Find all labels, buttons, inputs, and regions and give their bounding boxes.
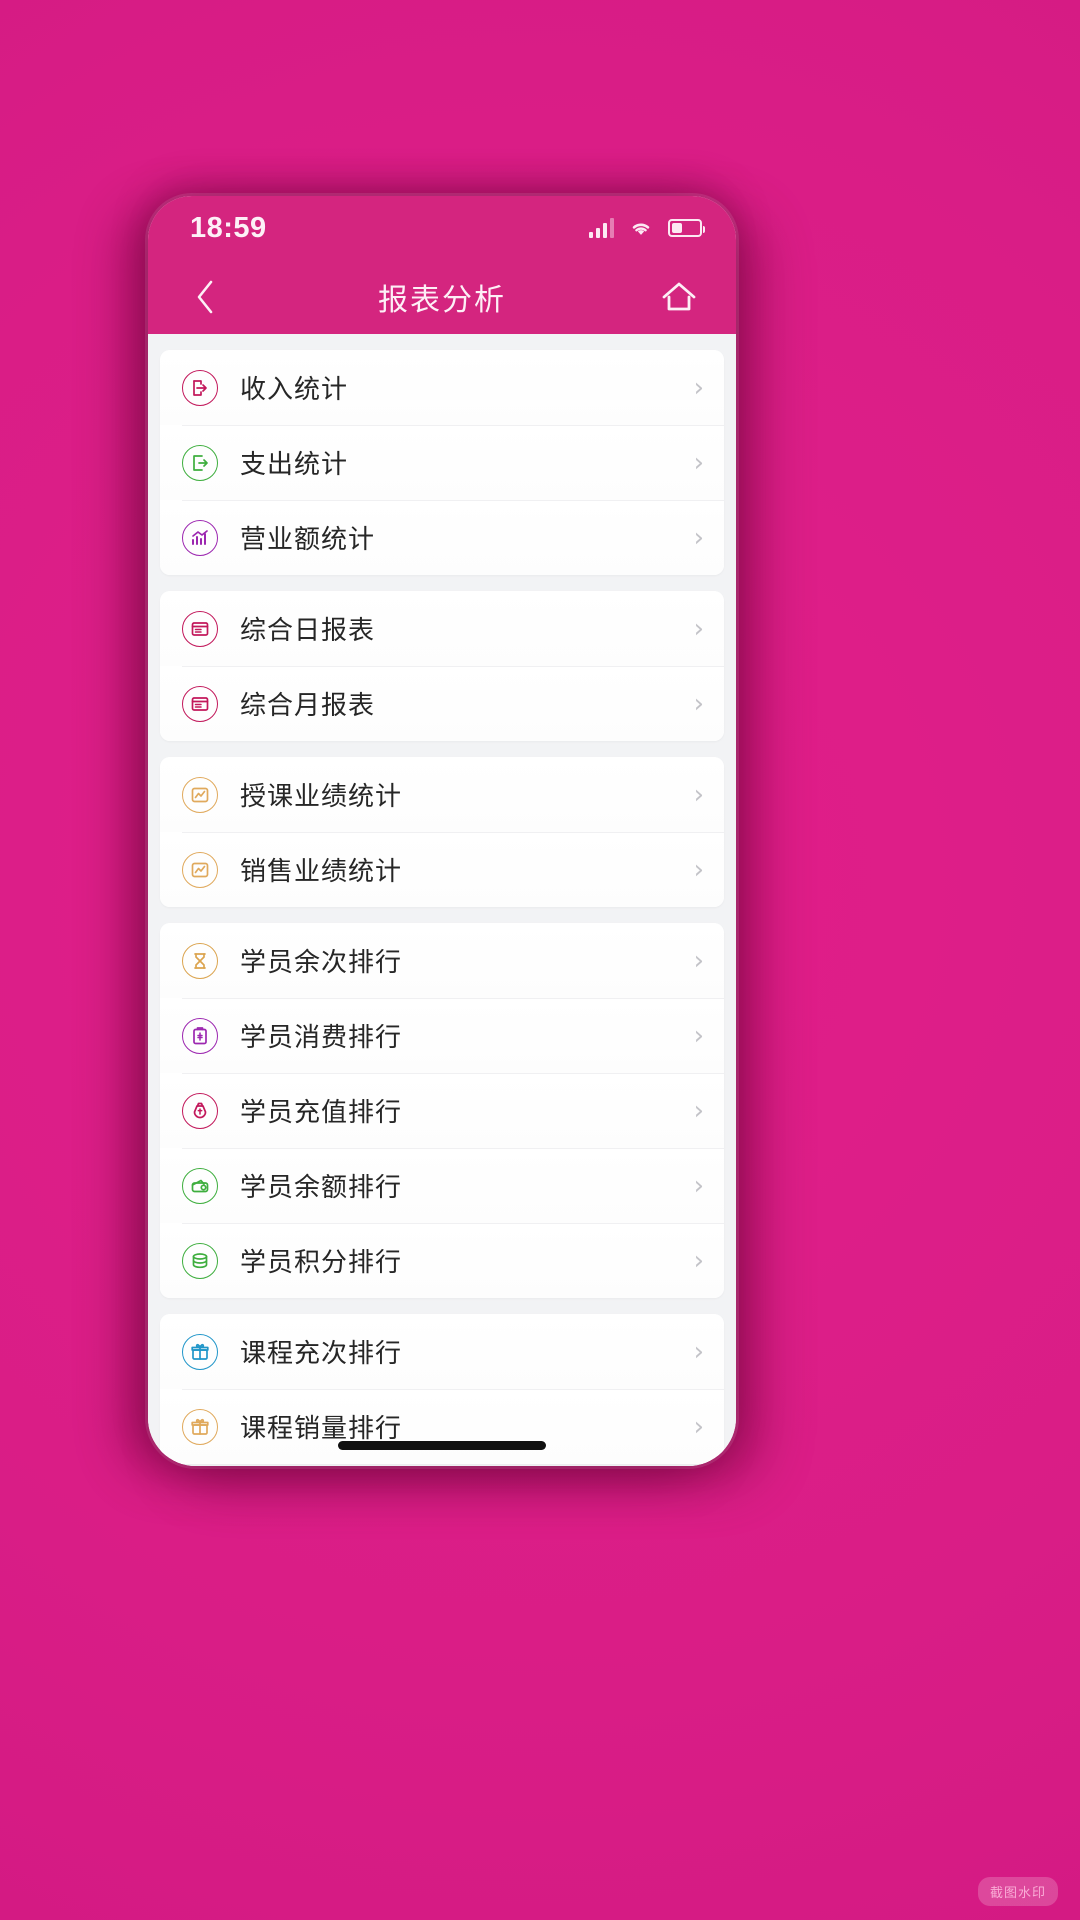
list-item[interactable]: 收入统计 › — [160, 350, 724, 425]
arrow-into-door-icon-wrapper — [182, 369, 218, 406]
group-reports: 综合日报表 › 综合月报表 › — [160, 591, 724, 741]
list-item[interactable]: 学员积分排行 › — [160, 1223, 724, 1298]
list-item[interactable]: 授课业绩统计 › — [160, 757, 724, 832]
list-item[interactable]: 支出统计 › — [160, 425, 724, 500]
page-title: 报表分析 — [378, 284, 506, 317]
chevron-left-icon — [197, 280, 213, 314]
chevron-right-icon: › — [693, 1095, 704, 1126]
report-list[interactable]: 收入统计 › 支出统计 › 营业额统计 › 综合日报表 › 综合月报表 › 授课业绩统计 › 销售业绩统… — [148, 334, 736, 1466]
hourglass-icon — [194, 952, 206, 969]
list-item-label: 销售业绩统计 — [240, 857, 403, 887]
chevron-right-icon: › — [693, 613, 704, 644]
group-statistics: 收入统计 › 支出统计 › 营业额统计 › — [160, 350, 724, 575]
line-chart-box-icon-wrapper — [182, 776, 218, 813]
chevron-right-icon: › — [693, 372, 704, 403]
list-item[interactable]: 销售业绩统计 › — [160, 832, 724, 907]
wallet-coin-icon-wrapper — [182, 1167, 218, 1204]
list-item-label: 收入统计 — [240, 375, 349, 405]
list-item-label: 学员消费排行 — [240, 1023, 403, 1053]
signal-bars-icon — [588, 218, 614, 238]
status-icon-group — [588, 218, 705, 238]
status-bar: 18:59 — [148, 196, 736, 260]
chevron-right-icon: › — [693, 522, 704, 553]
clipboard-money-icon — [193, 1026, 207, 1044]
list-item-label: 支出统计 — [240, 450, 349, 480]
list-item[interactable]: 课程销量排行 › — [160, 1389, 724, 1464]
wallet-coin-icon — [191, 1179, 209, 1192]
wifi-icon — [632, 223, 650, 235]
battery-icon — [668, 219, 705, 237]
coin-stack-icon — [192, 1252, 208, 1268]
arrow-out-door-icon — [193, 454, 208, 471]
list-item[interactable]: 综合日报表 › — [160, 591, 724, 666]
list-item[interactable]: 学员充值排行 › — [160, 1073, 724, 1148]
bar-chart-trend-icon — [192, 529, 208, 545]
list-item-label: 课程充次排行 — [240, 1339, 403, 1369]
gift-box-icon-wrapper — [182, 1408, 218, 1445]
list-item[interactable]: 综合月报表 › — [160, 666, 724, 741]
list-item[interactable]: 课程充次排行 › — [160, 1314, 724, 1389]
chevron-right-icon: › — [693, 854, 704, 885]
gift-box-icon — [191, 1343, 209, 1360]
gift-box-icon — [191, 1418, 209, 1435]
home-button[interactable] — [652, 270, 706, 324]
list-item-label: 课程销量排行 — [240, 1414, 403, 1444]
phone-screen: 18:59 报表分析 收入统计 › 支出统计 › 营业额统计 › 综合日报表 ›… — [148, 196, 736, 1466]
list-item[interactable]: 学员余额排行 › — [160, 1148, 724, 1223]
chevron-right-icon: › — [693, 1170, 704, 1201]
chevron-right-icon: › — [693, 1411, 704, 1442]
list-item-label: 学员积分排行 — [240, 1248, 403, 1278]
chevron-right-icon: › — [693, 945, 704, 976]
list-item[interactable]: 学员余次排行 › — [160, 923, 724, 998]
list-item-label: 学员余额排行 — [240, 1173, 403, 1203]
home-indicator-bar — [338, 1441, 546, 1450]
hourglass-icon-wrapper — [182, 942, 218, 979]
status-clock: 18:59 — [190, 211, 267, 244]
list-item-label: 营业额统计 — [240, 525, 376, 555]
line-chart-box-icon — [191, 862, 209, 877]
nav-bar: 报表分析 — [148, 260, 736, 334]
arrow-out-door-icon-wrapper — [182, 444, 218, 481]
report-window-icon — [191, 696, 209, 711]
list-item-label: 综合月报表 — [240, 691, 376, 721]
chevron-right-icon: › — [693, 1020, 704, 1051]
chevron-right-icon: › — [693, 1245, 704, 1276]
home-icon — [662, 282, 696, 311]
clipboard-money-icon-wrapper — [182, 1017, 218, 1054]
bar-chart-trend-icon-wrapper — [182, 519, 218, 556]
report-window-icon-wrapper — [182, 610, 218, 647]
line-chart-box-icon-wrapper — [182, 851, 218, 888]
report-window-icon — [191, 621, 209, 636]
group-student-rankings: 学员余次排行 › 学员消费排行 › 学员充值排行 › 学员余额排行 › 学员积分排行 › — [160, 923, 724, 1298]
coin-stack-icon-wrapper — [182, 1242, 218, 1279]
list-item-label: 授课业绩统计 — [240, 782, 403, 812]
chevron-right-icon: › — [693, 779, 704, 810]
report-window-icon-wrapper — [182, 685, 218, 722]
chevron-right-icon: › — [693, 1336, 704, 1367]
list-item-label: 学员余次排行 — [240, 948, 403, 978]
gift-box-icon-wrapper — [182, 1333, 218, 1370]
arrow-into-door-icon — [193, 379, 207, 396]
money-bag-icon-wrapper — [182, 1092, 218, 1129]
list-item[interactable]: 营业额统计 › — [160, 500, 724, 575]
chevron-right-icon: › — [693, 688, 704, 719]
line-chart-box-icon — [191, 787, 209, 802]
group-performance: 授课业绩统计 › 销售业绩统计 › — [160, 757, 724, 907]
back-button[interactable] — [178, 270, 232, 324]
list-item[interactable]: 学员消费排行 › — [160, 998, 724, 1073]
chevron-right-icon: › — [693, 447, 704, 478]
list-item-label: 综合日报表 — [240, 616, 376, 646]
screenshot-watermark: 截图水印 — [977, 1877, 1058, 1906]
money-bag-icon — [193, 1102, 207, 1118]
list-item-label: 学员充值排行 — [240, 1098, 403, 1128]
